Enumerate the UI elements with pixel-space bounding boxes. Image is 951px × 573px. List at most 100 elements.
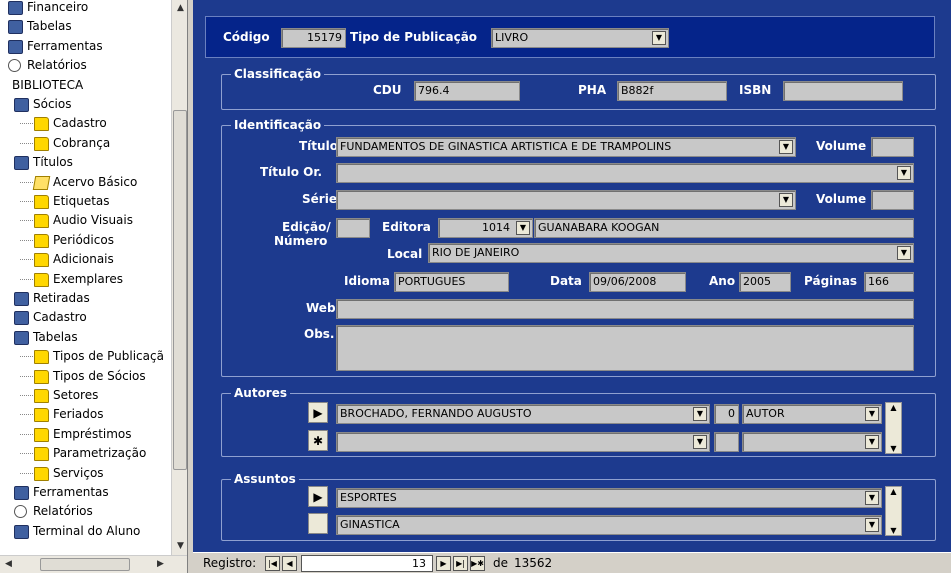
current-record-field[interactable]: 13 bbox=[301, 555, 433, 572]
tree-item[interactable]: Títulos bbox=[14, 153, 184, 172]
new-record-icon[interactable]: ✱ bbox=[308, 430, 328, 451]
classificacao-title: Classificação bbox=[231, 66, 324, 82]
chevron-down-icon[interactable]: ▼ bbox=[693, 407, 707, 421]
chevron-down-icon[interactable]: ▼ bbox=[897, 166, 911, 180]
paginas-field[interactable]: 166 bbox=[864, 272, 914, 292]
data-field[interactable]: 09/06/2008 bbox=[589, 272, 686, 292]
autor-role-select[interactable]: AUTOR ▼ bbox=[742, 404, 882, 424]
tree-item[interactable]: Parametrização bbox=[20, 444, 187, 463]
tree-item[interactable]: Serviços bbox=[20, 464, 187, 483]
tree-item[interactable]: Feriados bbox=[20, 405, 187, 424]
tree-item[interactable]: Ferramentas bbox=[8, 37, 178, 56]
local-select[interactable]: RIO DE JANEIRO ▼ bbox=[428, 243, 914, 263]
tree-item[interactable]: Empréstimos bbox=[20, 425, 187, 444]
autores-scrollbar[interactable]: ▲ ▼ bbox=[885, 402, 902, 454]
tree-item[interactable]: Adicionais bbox=[20, 250, 187, 269]
scroll-down-icon[interactable]: ▼ bbox=[886, 444, 901, 453]
scroll-down-icon[interactable]: ▼ bbox=[886, 526, 901, 535]
tree-item[interactable]: Acervo Básico bbox=[20, 173, 187, 192]
tree-item[interactable]: Setores bbox=[20, 386, 187, 405]
chevron-down-icon[interactable]: ▼ bbox=[865, 518, 879, 532]
chevron-down-icon[interactable]: ▼ bbox=[779, 193, 793, 207]
chevron-down-icon[interactable]: ▼ bbox=[652, 31, 666, 45]
tree-item[interactable]: Cadastro bbox=[14, 308, 184, 327]
tree-item[interactable]: Periódicos bbox=[20, 231, 187, 250]
chevron-down-icon[interactable]: ▼ bbox=[897, 246, 911, 260]
scroll-left-icon[interactable]: ◀ bbox=[0, 556, 17, 573]
volume-field[interactable] bbox=[871, 137, 914, 157]
isbn-field[interactable] bbox=[783, 81, 903, 101]
serie-select[interactable]: ▼ bbox=[336, 190, 796, 210]
chevron-down-icon[interactable]: ▼ bbox=[865, 491, 879, 505]
titulo-original-select[interactable]: ▼ bbox=[336, 163, 914, 183]
pha-field[interactable]: B882f bbox=[617, 81, 727, 101]
tree-item[interactable]: Tabelas bbox=[14, 328, 184, 347]
tree-item-label: Cobrança bbox=[53, 135, 111, 150]
folder-icon bbox=[34, 447, 49, 462]
tree-item[interactable]: Relatórios bbox=[14, 502, 184, 521]
next-record-icon[interactable]: ▶ bbox=[436, 556, 451, 571]
tree-item[interactable]: Relatórios bbox=[8, 56, 178, 75]
obs-field[interactable] bbox=[336, 325, 914, 371]
scroll-up-icon[interactable]: ▲ bbox=[172, 0, 187, 17]
classificacao-group: Classificação CDU 796.4 PHA B882f ISBN bbox=[221, 66, 936, 110]
tree-item[interactable]: Terminal do Aluno bbox=[14, 522, 184, 541]
scroll-down-icon[interactable]: ▼ bbox=[172, 538, 187, 555]
volume2-field[interactable] bbox=[871, 190, 914, 210]
tipo-publicacao-select[interactable]: LIVRO ▼ bbox=[491, 28, 669, 48]
tree-item[interactable]: Exemplares bbox=[20, 270, 187, 289]
scroll-up-icon[interactable]: ▲ bbox=[886, 403, 901, 412]
tree-item[interactable]: Financeiro bbox=[8, 0, 178, 17]
tree-item[interactable]: Etiquetas bbox=[20, 192, 187, 211]
last-record-icon[interactable]: ▶| bbox=[453, 556, 468, 571]
tree-horizontal-scrollbar[interactable]: ◀ ▶ bbox=[0, 555, 187, 573]
record-selector-current-icon[interactable]: ▶ bbox=[308, 486, 328, 507]
autor-number-field[interactable]: 0 bbox=[714, 404, 739, 424]
web-field[interactable] bbox=[336, 299, 914, 319]
tree-item[interactable]: Tabelas bbox=[8, 17, 178, 36]
tree-item[interactable]: Ferramentas bbox=[14, 483, 184, 502]
tree-vertical-scrollbar[interactable]: ▲ ▼ bbox=[171, 0, 187, 555]
folder-icon bbox=[34, 233, 49, 248]
tree-item[interactable]: Tipos de Publicaçã bbox=[20, 347, 187, 366]
idioma-field[interactable]: PORTUGUES bbox=[394, 272, 509, 292]
tree-item[interactable]: Audio Visuais bbox=[20, 211, 187, 230]
chevron-down-icon[interactable]: ▼ bbox=[865, 435, 879, 449]
tree-item[interactable]: Cobrança bbox=[20, 134, 187, 153]
autor-name-select[interactable]: BROCHADO, FERNANDO AUGUSTO ▼ bbox=[336, 404, 710, 424]
tree-item-label: Ferramentas bbox=[27, 38, 103, 53]
chevron-down-icon[interactable]: ▼ bbox=[693, 435, 707, 449]
chevron-down-icon[interactable]: ▼ bbox=[516, 221, 530, 235]
assunto-select[interactable]: ESPORTES ▼ bbox=[336, 488, 882, 508]
previous-record-icon[interactable]: ◀ bbox=[282, 556, 297, 571]
scroll-thumb[interactable] bbox=[173, 110, 187, 470]
editora-name-field[interactable]: GUANABARA KOOGAN bbox=[534, 218, 914, 238]
record-selector-icon[interactable] bbox=[308, 513, 328, 534]
assunto-value-2: GINASTICA bbox=[340, 518, 400, 531]
edicao-field[interactable] bbox=[336, 218, 370, 238]
chevron-down-icon[interactable]: ▼ bbox=[865, 407, 879, 421]
autor-new-name-select[interactable]: ▼ bbox=[336, 432, 710, 452]
editora-code-select[interactable]: 1014 ▼ bbox=[438, 218, 533, 238]
autor-new-role-select[interactable]: ▼ bbox=[742, 432, 882, 452]
new-record-nav-icon[interactable]: ▶✱ bbox=[470, 556, 485, 571]
hscroll-thumb[interactable] bbox=[40, 558, 130, 571]
titulo-select[interactable]: FUNDAMENTOS DE GINASTICA ARTISTICA E DE … bbox=[336, 137, 796, 157]
ano-field[interactable]: 2005 bbox=[739, 272, 791, 292]
tree-item[interactable]: Cadastro bbox=[20, 114, 187, 133]
assunto-select-2[interactable]: GINASTICA ▼ bbox=[336, 515, 882, 535]
codigo-field[interactable]: 15179 bbox=[281, 28, 346, 48]
tree-connector bbox=[20, 220, 33, 222]
first-record-icon[interactable]: |◀ bbox=[265, 556, 280, 571]
cdu-field[interactable]: 796.4 bbox=[414, 81, 520, 101]
tree-item[interactable]: Sócios bbox=[14, 95, 184, 114]
record-selector-current-icon[interactable]: ▶ bbox=[308, 402, 328, 423]
chevron-down-icon[interactable]: ▼ bbox=[779, 140, 793, 154]
scroll-up-icon[interactable]: ▲ bbox=[886, 487, 901, 496]
assuntos-scrollbar[interactable]: ▲ ▼ bbox=[885, 486, 902, 536]
tree-item[interactable]: Retiradas bbox=[14, 289, 184, 308]
scroll-right-icon[interactable]: ▶ bbox=[152, 556, 169, 573]
autor-new-number-field[interactable] bbox=[714, 432, 739, 452]
tree-item[interactable]: BIBLIOTECA bbox=[12, 76, 182, 95]
tree-item[interactable]: Tipos de Sócios bbox=[20, 367, 187, 386]
